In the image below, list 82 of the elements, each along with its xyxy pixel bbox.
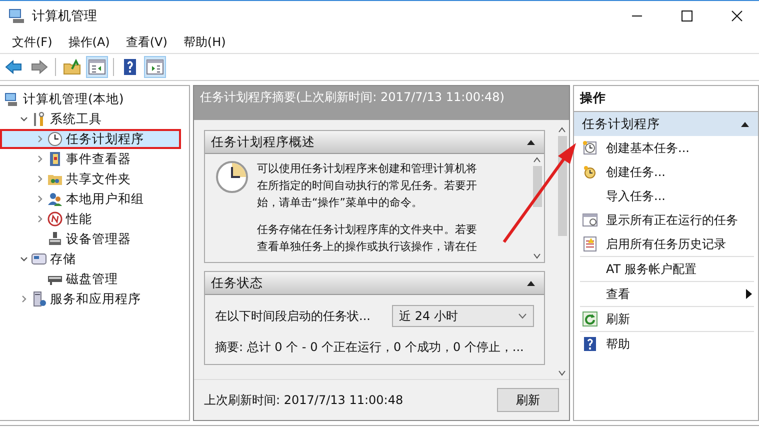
section-title: 任务计划程序概述 <box>211 134 315 150</box>
section-scrollbar[interactable] <box>530 154 544 262</box>
summary-header: 任务计划程序摘要(上次刷新时间: 2017/7/13 11:00:48) <box>194 86 569 120</box>
tree-item[interactable]: 存储 <box>0 249 181 269</box>
calendar-icon <box>582 212 598 228</box>
menu-item[interactable]: 查看(V) <box>118 34 176 50</box>
collapsed-chevron-icon[interactable] <box>20 295 28 303</box>
clock-icon <box>582 164 598 180</box>
description-text: 可以使用任务计划程序来创建和管理计算机将在所指定的时间自动执行的常见任务。若要开始，请单击“操作”菜单中的命令。 <box>257 161 478 211</box>
toolbar-button[interactable] <box>144 56 166 78</box>
collapsed-chevron-icon[interactable] <box>36 215 44 223</box>
tree-item[interactable]: 本地用户和组 <box>0 189 181 209</box>
collapse-arrow-icon[interactable] <box>526 280 536 286</box>
action-item[interactable]: AT 服务帐户配置 <box>580 257 754 281</box>
scroll-up-icon[interactable] <box>558 127 566 133</box>
storage-icon <box>31 251 47 267</box>
help-icon <box>121 58 139 76</box>
tree-item[interactable]: 共享文件夹 <box>0 169 181 189</box>
tree-item[interactable]: 计算机管理(本地) <box>0 89 181 109</box>
action-item[interactable]: 刷新 <box>580 307 754 331</box>
forward-arrow-icon <box>30 58 48 76</box>
log-icon <box>582 236 598 252</box>
log-book-icon <box>47 151 63 167</box>
dropdown-caret-icon <box>518 313 527 319</box>
status-summary: 摘要: 总计 0 个 - 0 个正在运行，0 个成功，0 个停止，... <box>215 339 525 356</box>
refresh-icon <box>582 311 598 327</box>
tree-item[interactable]: 服务和应用程序 <box>0 289 181 309</box>
server-icon <box>31 291 47 307</box>
action-item[interactable]: 显示所有正在运行的任务 <box>580 208 754 232</box>
toolbar-button[interactable] <box>86 56 108 78</box>
action-item[interactable]: 帮助 <box>580 332 754 356</box>
scrollbar-thumb[interactable] <box>558 136 566 236</box>
submenu-arrow-icon <box>746 289 752 299</box>
tools-icon <box>31 111 47 127</box>
period-dropdown[interactable]: 近 24 小时 <box>392 305 534 327</box>
maximize-icon <box>681 10 693 22</box>
gauge-icon <box>47 211 63 227</box>
tree-item[interactable]: 事件查看器 <box>0 149 181 169</box>
users-icon <box>47 191 63 207</box>
expanded-chevron-icon[interactable] <box>20 115 28 123</box>
collapsed-chevron-icon[interactable] <box>36 135 44 143</box>
actions-section-header[interactable]: 任务计划程序 <box>574 112 758 136</box>
clock-icon <box>47 131 63 147</box>
back-arrow-icon <box>5 58 23 76</box>
folder-up-icon <box>63 58 81 76</box>
description-text: 任务存储在任务计划程序库的文件夹中。若要查看单独任务上的操作或执行该操作，请在任 <box>257 222 478 255</box>
menu-item[interactable]: 文件(F) <box>4 34 60 50</box>
period-label: 在以下时间段启动的任务状... <box>215 308 370 324</box>
tree-item[interactable]: 任务计划程序 <box>0 129 181 149</box>
collapsed-chevron-icon[interactable] <box>36 175 44 183</box>
menu-item[interactable]: 帮助(H) <box>175 34 234 50</box>
clock-icon <box>582 140 598 156</box>
section-title: 任务状态 <box>211 274 263 292</box>
action-item[interactable]: 查看 <box>580 282 754 306</box>
panel-icon <box>146 58 164 76</box>
tree-item[interactable]: 设备管理器 <box>0 229 181 249</box>
tree-item[interactable]: 磁盘管理 <box>0 269 181 289</box>
collapse-arrow-icon[interactable] <box>740 121 750 127</box>
collapsed-chevron-icon[interactable] <box>36 195 44 203</box>
action-item[interactable]: 启用所有任务历史记录 <box>580 232 754 256</box>
tree-item[interactable]: 系统工具 <box>0 109 181 129</box>
action-item[interactable]: 创建基本任务... <box>580 136 754 160</box>
clock-icon <box>215 160 249 194</box>
refresh-button[interactable]: 刷新 <box>497 388 559 412</box>
expanded-chevron-icon[interactable] <box>20 255 28 263</box>
scroll-down-icon[interactable] <box>558 370 566 376</box>
panel-icon <box>88 58 106 76</box>
scroll-down-icon[interactable] <box>533 253 541 259</box>
window-title: 计算机管理 <box>32 8 98 25</box>
action-item[interactable]: 创建任务... <box>580 160 754 184</box>
collapsed-chevron-icon[interactable] <box>36 155 44 163</box>
last-refresh-text: 上次刷新时间: 2017/7/13 11:00:48 <box>204 392 404 408</box>
help-icon <box>582 336 598 352</box>
action-item[interactable]: 导入任务... <box>580 184 754 208</box>
collapse-arrow-icon[interactable] <box>526 139 536 145</box>
device-icon <box>47 231 63 247</box>
computer-icon <box>4 91 20 107</box>
computer-management-icon <box>8 8 26 24</box>
menu-item[interactable]: 操作(A) <box>60 34 118 50</box>
tree-item[interactable]: 性能 <box>0 209 181 229</box>
close-icon <box>731 10 743 22</box>
scroll-up-icon[interactable] <box>533 157 541 163</box>
